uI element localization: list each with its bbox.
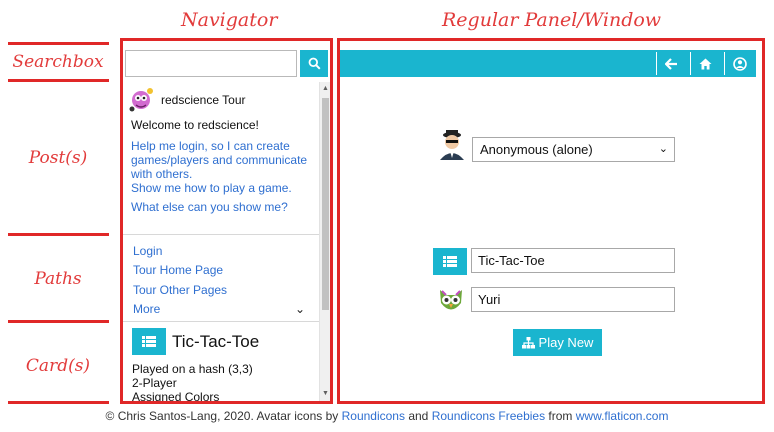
list-icon (142, 336, 156, 347)
player-select-value: Anonymous (alone) (480, 142, 593, 157)
footer-text: and (404, 409, 432, 423)
paths-annotation: Paths (34, 269, 82, 289)
post-title: redscience Tour (161, 93, 246, 107)
mascot-avatar-icon (129, 88, 153, 112)
post-link-login-help[interactable]: Help me login, so I can create games/pla… (131, 139, 315, 181)
navigator-scrollbar[interactable]: ▲ ▼ (319, 82, 330, 401)
post-header: redscience Tour (127, 85, 246, 115)
post-link-what-else[interactable]: What else can you show me? (131, 200, 315, 214)
home-icon (699, 58, 712, 69)
scroll-down-arrow-icon[interactable]: ▼ (322, 390, 329, 397)
game-field-value: Tic-Tac-Toe (478, 253, 545, 268)
chevron-down-icon[interactable]: ⌄ (295, 302, 305, 316)
divider (123, 321, 320, 322)
list-icon (443, 256, 457, 267)
post-welcome-text: Welcome to redscience! (131, 118, 259, 132)
play-new-button[interactable]: Play New (513, 329, 602, 356)
game-list-button[interactable] (433, 248, 467, 275)
panel-annotation: Regular Panel/Window (442, 9, 662, 31)
navigator-scroll-area: redscience Tour Welcome to redscience! H… (123, 82, 320, 401)
spy-avatar-icon (440, 130, 464, 160)
searchbox (125, 50, 328, 77)
footer-text: © Chris Santos-Lang, 2020. Avatar icons … (105, 409, 342, 423)
footer-text: from (545, 409, 576, 423)
card-open-button[interactable] (132, 328, 166, 355)
search-icon (308, 57, 321, 70)
regular-panel: Anonymous (alone) ⌄ Tic-Tac-Toe Yuri Pla (340, 41, 762, 401)
post-link-play-game[interactable]: Show me how to play a game. (131, 181, 315, 195)
posts-annotation: Post(s) (28, 148, 88, 168)
annotation-rule (8, 42, 109, 45)
user-circle-icon (732, 56, 747, 71)
path-more[interactable]: More (133, 302, 160, 316)
annotation-rule (8, 401, 109, 404)
player-select[interactable]: Anonymous (alone) ⌄ (472, 137, 675, 162)
path-tour-other-pages[interactable]: Tour Other Pages (133, 283, 227, 297)
annotation-rule (8, 79, 109, 82)
navigator: redscience Tour Welcome to redscience! H… (123, 41, 330, 401)
chevron-down-icon: ⌄ (658, 143, 668, 155)
search-input[interactable] (125, 50, 297, 77)
flaticon-link[interactable]: www.flaticon.com (576, 409, 669, 423)
back-arrow-icon (665, 57, 677, 70)
path-login[interactable]: Login (133, 244, 162, 258)
owl-avatar-icon (440, 290, 462, 310)
roundicons-freebies-link[interactable]: Roundicons Freebies (432, 409, 545, 423)
scroll-thumb[interactable] (322, 98, 329, 310)
divider (123, 234, 320, 235)
home-button[interactable] (690, 52, 720, 75)
card-detail: Assigned Colors (132, 390, 220, 401)
player-field-value: Yuri (478, 292, 501, 307)
navigator-annotation: Navigator (181, 9, 278, 31)
scroll-up-arrow-icon[interactable]: ▲ (322, 85, 329, 92)
cards-annotation: Card(s) (25, 356, 91, 376)
search-button[interactable] (300, 50, 328, 77)
path-tour-home-page[interactable]: Tour Home Page (133, 263, 223, 277)
annotation-rule (8, 320, 109, 323)
roundicons-link[interactable]: Roundicons (342, 409, 405, 423)
play-new-label: Play New (538, 335, 594, 350)
card-detail: 2-Player (132, 376, 177, 390)
card-detail: Played on a hash (3,3) (132, 362, 253, 376)
annotation-rule (8, 233, 109, 236)
player-field[interactable]: Yuri (471, 287, 675, 312)
card-title: Tic-Tac-Toe (172, 332, 260, 351)
searchbox-annotation: Searchbox (12, 52, 104, 72)
panel-toolbar (340, 50, 756, 77)
footer-credits: © Chris Santos-Lang, 2020. Avatar icons … (0, 409, 774, 423)
game-field[interactable]: Tic-Tac-Toe (471, 248, 675, 273)
back-button[interactable] (656, 52, 686, 75)
account-button[interactable] (724, 52, 754, 75)
sitemap-icon (521, 336, 535, 348)
